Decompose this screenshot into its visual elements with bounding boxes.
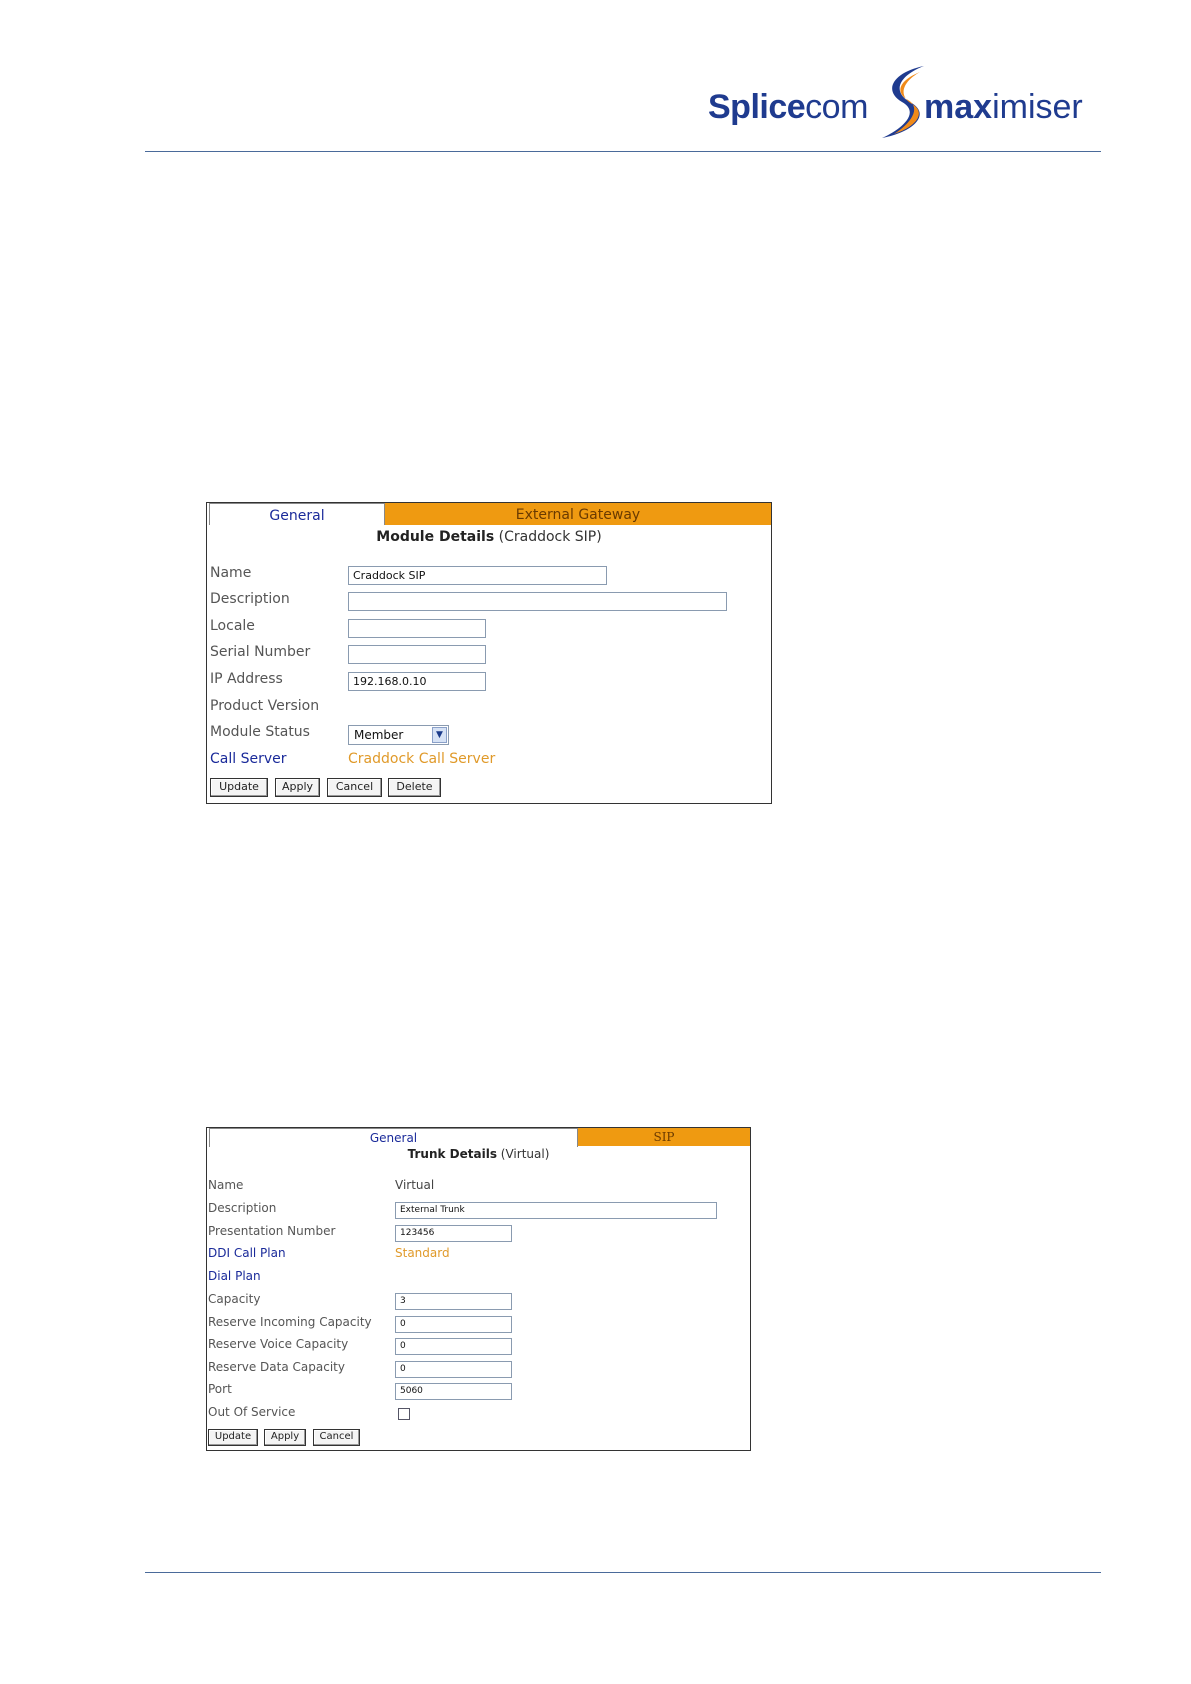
capacity-label: Capacity: [208, 1292, 261, 1306]
delete-button[interactable]: Delete: [388, 778, 441, 797]
module-status-label: Module Status: [210, 724, 310, 740]
splicecom-maximiser-logo: Splicecom maximiser: [708, 62, 1108, 142]
call-server-value-link[interactable]: Craddock Call Server: [348, 751, 495, 767]
header-rule: [145, 151, 1101, 152]
reserve-voice-capacity-label: Reserve Voice Capacity: [208, 1337, 349, 1351]
trunk-details-title: Trunk Details (Virtual): [407, 1147, 550, 1161]
port-field[interactable]: 5060: [395, 1383, 512, 1400]
trunk-description-field[interactable]: External Trunk: [395, 1202, 717, 1219]
tab-general[interactable]: General: [209, 503, 385, 525]
reserve-incoming-capacity-field[interactable]: 0: [395, 1316, 512, 1333]
ddi-call-plan-value-link[interactable]: Standard: [395, 1246, 450, 1260]
update-button[interactable]: Update: [210, 778, 268, 797]
serial-number-label: Serial Number: [210, 644, 311, 660]
chevron-down-icon[interactable]: ▼: [432, 727, 447, 743]
presentation-number-field[interactable]: 123456: [395, 1225, 512, 1242]
out-of-service-checkbox[interactable]: [398, 1408, 410, 1420]
locale-label: Locale: [210, 618, 255, 634]
trunk-details-panel: General SIP Trunk Details (Virtual) Name…: [206, 1127, 751, 1451]
logo-maximiser-text: maximiser: [924, 88, 1083, 126]
tab-sip[interactable]: SIP: [578, 1128, 750, 1146]
tab-general[interactable]: General: [209, 1128, 578, 1147]
capacity-field[interactable]: 3: [395, 1293, 512, 1310]
description-field[interactable]: [348, 592, 727, 611]
name-field[interactable]: Craddock SIP: [348, 566, 607, 585]
cancel-button[interactable]: Cancel: [327, 778, 382, 797]
apply-button[interactable]: Apply: [275, 778, 320, 797]
trunk-tab-bar: General SIP: [207, 1128, 750, 1147]
module-status-select[interactable]: Member ▼: [348, 725, 449, 745]
tab-external-gateway[interactable]: External Gateway: [385, 503, 771, 525]
locale-field[interactable]: [348, 619, 486, 638]
ip-address-field[interactable]: 192.168.0.10: [348, 672, 486, 691]
product-version-label: Product Version: [210, 698, 320, 714]
presentation-number-label: Presentation Number: [208, 1224, 336, 1238]
call-server-link[interactable]: Call Server: [210, 751, 287, 767]
trunk-name-label: Name: [208, 1178, 244, 1192]
module-details-title: Module Details (Craddock SIP): [376, 529, 602, 545]
reserve-data-capacity-label: Reserve Data Capacity: [208, 1360, 345, 1374]
name-label: Name: [210, 565, 252, 581]
ip-address-label: IP Address: [210, 671, 283, 687]
module-tab-bar: General External Gateway: [207, 503, 771, 526]
reserve-data-capacity-field[interactable]: 0: [395, 1361, 512, 1378]
serial-number-field[interactable]: [348, 645, 486, 664]
logo-splicecom-text: Splicecom: [708, 88, 868, 126]
trunk-update-button[interactable]: Update: [208, 1429, 258, 1446]
port-label: Port: [208, 1382, 232, 1396]
module-details-panel: General External Gateway Module Details …: [206, 502, 772, 804]
trunk-cancel-button[interactable]: Cancel: [313, 1429, 360, 1446]
trunk-name-value: Virtual: [395, 1178, 435, 1192]
reserve-voice-capacity-field[interactable]: 0: [395, 1338, 512, 1355]
out-of-service-label: Out Of Service: [208, 1405, 296, 1419]
trunk-description-label: Description: [208, 1201, 277, 1215]
dial-plan-link[interactable]: Dial Plan: [208, 1269, 261, 1283]
trunk-apply-button[interactable]: Apply: [264, 1429, 306, 1446]
module-status-value: Member: [354, 728, 404, 742]
footer-rule: [145, 1572, 1101, 1573]
description-label: Description: [210, 591, 290, 607]
ddi-call-plan-link[interactable]: DDI Call Plan: [208, 1246, 286, 1260]
reserve-incoming-capacity-label: Reserve Incoming Capacity: [208, 1315, 372, 1329]
